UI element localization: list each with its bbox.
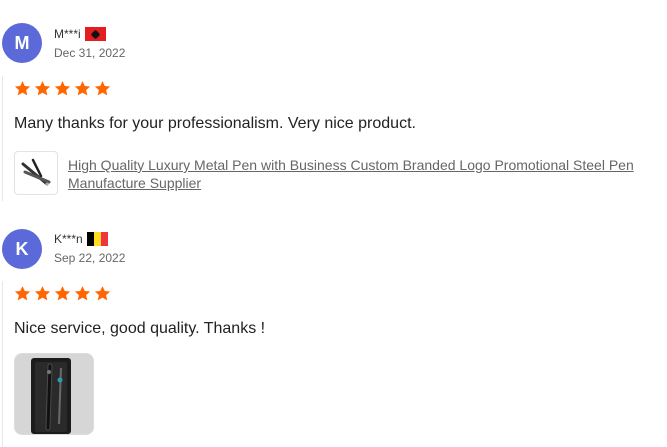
belgium-flag-icon: [86, 232, 108, 246]
avatar: M: [2, 23, 42, 63]
star-icon: [74, 285, 91, 302]
metal-pens-icon[interactable]: [14, 151, 58, 195]
star-icon: [34, 285, 51, 302]
star-rating: [14, 285, 667, 305]
star-icon: [74, 80, 91, 97]
star-icon: [54, 285, 71, 302]
review-date: Dec 31, 2022: [54, 46, 126, 60]
review-photo[interactable]: [14, 353, 94, 435]
star-icon: [94, 80, 111, 97]
reviewer-name-row: M***i: [54, 27, 106, 41]
star-icon: [54, 80, 71, 97]
review-comment: Nice service, good quality. Thanks !: [14, 320, 266, 337]
review-body: Many thanks for your professionalism. Ve…: [2, 76, 667, 201]
reviewed-product[interactable]: High Quality Luxury Metal Pen with Busin…: [14, 151, 667, 195]
review-item: M M***i Dec 31, 2022 Many thanks for you…: [0, 0, 667, 205]
star-icon: [14, 80, 31, 97]
reviewer-name: K***n: [54, 232, 83, 246]
star-icon: [34, 80, 51, 97]
star-icon: [94, 285, 111, 302]
avatar: K: [2, 229, 42, 269]
product-title-link[interactable]: High Quality Luxury Metal Pen with Busin…: [68, 156, 667, 192]
review-body: Nice service, good quality. Thanks !: [2, 281, 667, 447]
review-comment: Many thanks for your professionalism. Ve…: [14, 115, 416, 132]
reviewer-name-row: K***n: [54, 232, 108, 246]
reviewer-name: M***i: [54, 27, 81, 41]
review-date: Sep 22, 2022: [54, 251, 126, 265]
star-rating: [14, 80, 667, 100]
review-item: K K***n Sep 22, 2022 Nice service, good …: [0, 205, 667, 447]
star-icon: [14, 285, 31, 302]
albania-flag-icon: [84, 27, 106, 41]
